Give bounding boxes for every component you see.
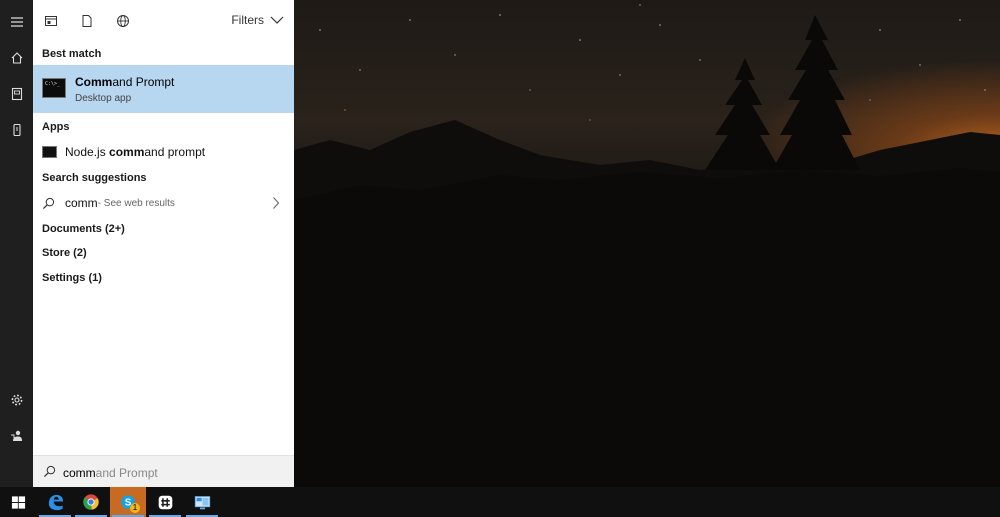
search-results-panel: Filters Best match C:\>_ Command Prompt … (33, 0, 294, 487)
edge-browser-icon (48, 494, 63, 510)
feedback-icon (10, 430, 22, 441)
app-label-post: and prompt (144, 145, 206, 159)
chevron-down-icon (270, 16, 284, 24)
category-documents[interactable]: Documents (2+) (42, 223, 125, 235)
search-input[interactable]: command Prompt (63, 466, 158, 480)
app-window-icon (45, 16, 57, 26)
web-suggestion[interactable]: comm - See web results (33, 192, 294, 214)
slack-icon (158, 495, 172, 509)
search-suggestions-header: Search suggestions (42, 172, 147, 184)
best-match-subtitle: Desktop app (75, 93, 132, 104)
windows-logo-icon (11, 495, 25, 509)
taskbar-edge[interactable] (37, 487, 73, 517)
notebook-icon (11, 87, 22, 101)
start-left-rail (0, 0, 33, 487)
home-button[interactable] (0, 40, 33, 76)
best-match-header: Best match (42, 48, 102, 60)
taskbar-chrome[interactable] (73, 487, 109, 517)
apps-filter-button[interactable] (42, 12, 60, 30)
search-typed-text: comm (63, 466, 96, 480)
remote-desktop-icon (194, 495, 210, 509)
app-result-label: Node.js command prompt (65, 145, 205, 159)
nodejs-prompt-icon (42, 146, 57, 158)
documents-filter-button[interactable] (78, 12, 96, 30)
search-box[interactable]: command Prompt (33, 455, 294, 487)
web-filter-button[interactable] (114, 12, 132, 30)
taskbar: S 1 (0, 487, 1000, 517)
settings-button[interactable] (0, 382, 33, 418)
chevron-right-icon (273, 197, 280, 209)
filters-dropdown[interactable]: Filters (231, 13, 284, 27)
start-button[interactable] (0, 487, 36, 517)
taskbar-skype[interactable]: S 1 (110, 487, 146, 517)
best-match-title: Command Prompt (75, 75, 174, 89)
hamburger-menu-icon[interactable] (0, 4, 33, 40)
taskbar-remote-desktop[interactable] (184, 487, 220, 517)
search-icon (42, 197, 55, 209)
gear-icon (11, 394, 22, 406)
hamburger-icon (10, 17, 23, 27)
skype-notification-badge: 1 (130, 503, 140, 513)
globe-icon (117, 15, 129, 27)
taskbar-slack[interactable] (147, 487, 183, 517)
command-prompt-icon: C:\>_ (42, 78, 66, 98)
category-settings[interactable]: Settings (1) (42, 272, 102, 284)
document-icon (82, 15, 92, 27)
devices-button[interactable] (0, 112, 33, 148)
chrome-browser-icon (83, 494, 99, 510)
filters-label: Filters (231, 13, 264, 27)
category-store[interactable]: Store (2) (42, 247, 87, 259)
suggestion-hint: - See web results (97, 197, 175, 209)
app-result-nodejs[interactable]: Node.js command prompt (33, 141, 294, 163)
title-match: Comm (75, 75, 113, 89)
title-rest: and Prompt (112, 75, 175, 89)
search-icon (43, 465, 56, 478)
suggestion-query: comm (65, 196, 98, 210)
best-match-result[interactable]: C:\>_ Command Prompt Desktop app (33, 65, 294, 113)
home-icon (11, 52, 22, 64)
app-label-match: comm (109, 145, 145, 159)
search-autocomplete-text: and Prompt (95, 466, 158, 480)
filter-bar: Filters (33, 0, 294, 42)
device-icon (12, 123, 21, 137)
app-label-pre: Node.js (65, 145, 110, 159)
feedback-button[interactable] (0, 418, 33, 454)
apps-header: Apps (42, 121, 70, 133)
notebook-button[interactable] (0, 76, 33, 112)
